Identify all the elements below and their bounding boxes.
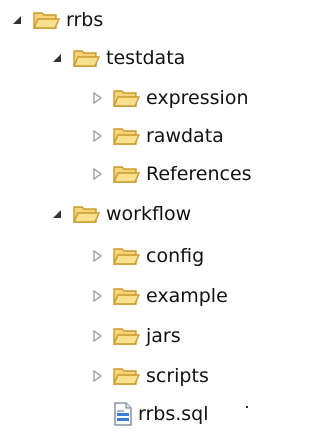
expanded-arrow-icon[interactable] — [48, 205, 66, 223]
collapsed-arrow-icon[interactable] — [88, 89, 106, 107]
tree-node-references[interactable]: References — [88, 156, 252, 192]
tree-node-rrbs-sql[interactable]: rrbs.sql — [112, 396, 209, 432]
expanded-arrow-icon[interactable] — [8, 11, 26, 29]
tree-node-label: rrbs — [66, 9, 104, 31]
tree-node-label: rrbs.sql — [138, 403, 209, 425]
folder-icon — [112, 364, 140, 388]
tree-node-workflow[interactable]: workflow — [48, 196, 191, 232]
tree-node-jars[interactable]: jars — [88, 318, 181, 354]
tree-node-label: References — [146, 163, 252, 185]
tree-node-rrbs[interactable]: rrbs — [8, 2, 103, 38]
expanded-arrow-icon[interactable] — [48, 49, 66, 67]
tree-node-label: jars — [146, 325, 181, 347]
collapsed-arrow-icon[interactable] — [88, 127, 106, 145]
tree-node-scripts[interactable]: scripts — [88, 358, 209, 394]
tree-node-expression[interactable]: expression — [88, 80, 249, 116]
collapsed-arrow-icon[interactable] — [88, 367, 106, 385]
collapsed-arrow-icon[interactable] — [88, 327, 106, 345]
tree-node-label: workflow — [106, 203, 192, 225]
tree-node-testdata[interactable]: testdata — [48, 40, 185, 76]
sql-file-icon — [112, 402, 134, 426]
collapsed-arrow-icon[interactable] — [88, 165, 106, 183]
collapsed-arrow-icon[interactable] — [88, 287, 106, 305]
tree-node-label: config — [146, 245, 205, 267]
folder-icon — [112, 162, 140, 186]
tree-node-example[interactable]: example — [88, 278, 228, 314]
project-tree: rrbs testdata expression rawdata Referen… — [0, 0, 286, 434]
folder-open-icon — [72, 202, 100, 226]
folder-icon — [112, 244, 140, 268]
folder-icon — [112, 324, 140, 348]
folder-open-icon — [32, 8, 60, 32]
folder-open-icon — [72, 46, 100, 70]
collapsed-arrow-icon[interactable] — [88, 247, 106, 265]
tree-node-config[interactable]: config — [88, 238, 204, 274]
cursor-dot — [246, 406, 248, 408]
folder-icon — [112, 86, 140, 110]
tree-node-label: testdata — [106, 47, 186, 69]
tree-node-label: scripts — [146, 365, 209, 387]
folder-icon — [112, 284, 140, 308]
folder-icon — [112, 124, 140, 148]
tree-node-label: example — [146, 285, 228, 307]
tree-node-label: rawdata — [146, 125, 224, 147]
tree-node-rawdata[interactable]: rawdata — [88, 118, 224, 154]
tree-node-label: expression — [146, 87, 249, 109]
